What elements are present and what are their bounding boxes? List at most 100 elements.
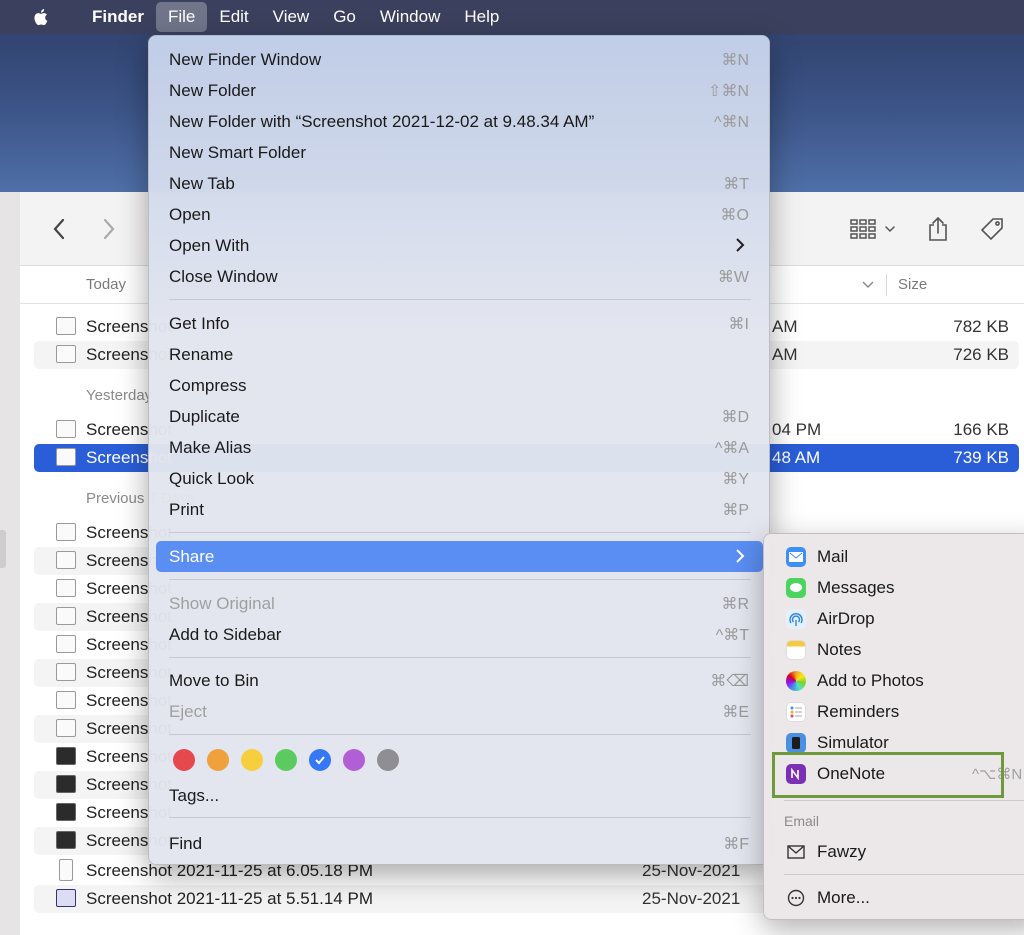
file-thumbnail-icon bbox=[56, 663, 76, 681]
share-item-reminders[interactable]: Reminders bbox=[772, 696, 1024, 727]
file-thumbnail-icon bbox=[56, 448, 76, 466]
menu-item-show-original: Show Original ⌘R bbox=[169, 594, 749, 613]
menu-item-compress[interactable]: Compress bbox=[156, 370, 763, 401]
menu-view[interactable]: View bbox=[261, 2, 322, 32]
menu-item-new-folder[interactable]: New Folder ⇧⌘N bbox=[156, 75, 763, 106]
menu-item-share[interactable]: Share bbox=[156, 541, 763, 572]
share-submenu: Mail Messages AirDrop Notes Add to Photo… bbox=[763, 533, 1024, 920]
photos-icon bbox=[786, 671, 806, 691]
tag-color-picker bbox=[173, 749, 399, 771]
tag-red-dot[interactable] bbox=[173, 749, 195, 771]
menu-item-tags[interactable]: Tags... bbox=[156, 780, 763, 811]
file-thumbnail-icon bbox=[56, 803, 76, 821]
menu-item-get-info[interactable]: Get Info ⌘I bbox=[156, 308, 763, 339]
menu-separator bbox=[169, 734, 751, 735]
share-item-messages[interactable]: Messages bbox=[772, 572, 1024, 603]
mail-icon bbox=[786, 547, 806, 567]
menu-item-move-to-bin[interactable]: Move to Bin ⌘⌫ bbox=[156, 665, 763, 696]
sidebar-resize-handle[interactable] bbox=[0, 530, 6, 568]
file-thumbnail-icon bbox=[56, 420, 76, 438]
file-size: 739 KB bbox=[953, 448, 1009, 467]
menu-file[interactable]: File bbox=[155, 2, 208, 32]
menu-item-open-with[interactable]: Open With bbox=[156, 230, 763, 261]
file-thumbnail-icon bbox=[56, 607, 76, 625]
menu-separator bbox=[169, 817, 751, 818]
tag-icon[interactable] bbox=[977, 214, 1007, 244]
file-date: 48 AM bbox=[772, 448, 821, 467]
menu-item-new-folder-with-selection[interactable]: New Folder with “Screenshot 2021-12-02 a… bbox=[156, 106, 763, 137]
checkmark-icon bbox=[315, 756, 325, 765]
menu-item-open[interactable]: Open ⌘O bbox=[156, 199, 763, 230]
tag-purple-dot[interactable] bbox=[343, 749, 365, 771]
file-thumbnail-icon bbox=[56, 523, 76, 541]
file-date: AM bbox=[772, 317, 798, 336]
submenu-chevron-icon bbox=[736, 238, 745, 252]
menu-item-find[interactable]: Find ⌘F bbox=[156, 828, 763, 859]
share-item-more[interactable]: More... bbox=[772, 882, 1024, 913]
file-date: 25-Nov-2021 bbox=[642, 889, 741, 908]
apple-logo-icon[interactable] bbox=[30, 6, 52, 28]
file-thumbnail-icon bbox=[59, 859, 73, 881]
envelope-icon bbox=[786, 842, 806, 862]
menu-item-eject: Eject ⌘E bbox=[169, 702, 749, 721]
sort-chevron-icon[interactable] bbox=[862, 276, 874, 293]
file-size: 782 KB bbox=[953, 317, 1009, 336]
tag-gray-dot[interactable] bbox=[377, 749, 399, 771]
menu-item-print[interactable]: Print ⌘P bbox=[156, 494, 763, 525]
menu-item-close-window[interactable]: Close Window ⌘W bbox=[156, 261, 763, 292]
share-item-mail[interactable]: Mail bbox=[772, 541, 1024, 572]
view-grid-icon[interactable] bbox=[846, 214, 900, 244]
file-menu: New Finder Window ⌘N New Folder ⇧⌘N New Fo… bbox=[148, 35, 770, 865]
share-item-notes[interactable]: Notes bbox=[772, 634, 1024, 665]
share-item-contact[interactable]: Fawzy bbox=[772, 836, 1024, 867]
airdrop-icon bbox=[786, 609, 806, 629]
more-ellipsis-icon bbox=[786, 888, 806, 908]
file-thumbnail-icon bbox=[56, 775, 76, 793]
forward-chevron-icon[interactable] bbox=[94, 214, 124, 244]
menu-separator bbox=[169, 579, 751, 580]
back-chevron-icon[interactable] bbox=[44, 214, 74, 244]
share-icon[interactable] bbox=[923, 214, 953, 244]
menu-window[interactable]: Window bbox=[368, 2, 452, 32]
menu-go[interactable]: Go bbox=[321, 2, 368, 32]
file-thumbnail-icon bbox=[56, 747, 76, 765]
reminders-icon bbox=[786, 702, 806, 722]
menu-separator bbox=[169, 657, 751, 658]
menu-edit[interactable]: Edit bbox=[207, 2, 260, 32]
date-section-header: Today bbox=[86, 276, 127, 293]
column-divider[interactable] bbox=[886, 274, 887, 296]
file-thumbnail-icon bbox=[56, 317, 76, 335]
menu-item-make-alias[interactable]: Make Alias ^⌘A bbox=[156, 432, 763, 463]
menu-item-rename[interactable]: Rename bbox=[156, 339, 763, 370]
simulator-icon bbox=[786, 733, 806, 753]
file-thumbnail-icon bbox=[56, 579, 76, 597]
menu-item-duplicate[interactable]: Duplicate ⌘D bbox=[156, 401, 763, 432]
tag-yellow-dot[interactable] bbox=[241, 749, 263, 771]
file-thumbnail-icon bbox=[56, 551, 76, 569]
menu-help[interactable]: Help bbox=[452, 2, 511, 32]
menu-separator bbox=[169, 299, 751, 300]
file-date: AM bbox=[772, 345, 798, 364]
menu-item-new-smart-folder[interactable]: New Smart Folder bbox=[156, 137, 763, 168]
menu-item-new-finder-window[interactable]: New Finder Window ⌘N bbox=[156, 44, 763, 75]
menu-finder[interactable]: Finder bbox=[80, 2, 156, 32]
file-size: 726 KB bbox=[953, 345, 1009, 364]
tag-orange-dot[interactable] bbox=[207, 749, 229, 771]
annotation-highlight-box bbox=[772, 752, 1004, 798]
menu-item-quick-look[interactable]: Quick Look ⌘Y bbox=[156, 463, 763, 494]
menu-bar: Finder File Edit View Go Window Help bbox=[0, 0, 1024, 34]
submenu-chevron-icon bbox=[736, 549, 745, 563]
file-date: 04 PM bbox=[772, 420, 822, 439]
share-item-airdrop[interactable]: AirDrop bbox=[772, 603, 1024, 634]
email-section-label: Email bbox=[784, 813, 820, 829]
file-name: Screenshot 2021-11-25 at 5.51.14 PM bbox=[86, 889, 373, 908]
file-thumbnail-icon bbox=[56, 889, 76, 907]
tag-blue-check-dot[interactable] bbox=[309, 749, 331, 771]
section-yesterday: Yesterday bbox=[86, 387, 153, 404]
menu-item-new-tab[interactable]: New Tab ⌘T bbox=[156, 168, 763, 199]
share-item-photos[interactable]: Add to Photos bbox=[772, 665, 1024, 696]
menu-item-add-to-sidebar[interactable]: Add to Sidebar ^⌘T bbox=[156, 619, 763, 650]
tag-green-dot[interactable] bbox=[275, 749, 297, 771]
size-column-header[interactable]: Size bbox=[898, 276, 927, 293]
messages-icon bbox=[786, 578, 806, 598]
